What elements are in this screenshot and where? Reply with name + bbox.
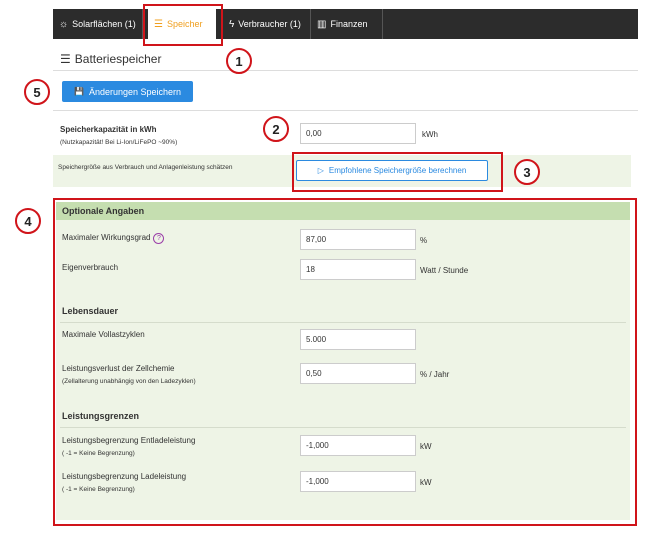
annotation-badge-4: 4 <box>15 208 41 234</box>
list-icon: ☰ <box>60 52 71 66</box>
tab-label: Verbraucher (1) <box>238 19 301 29</box>
save-icon: 💾 <box>73 87 84 96</box>
capacity-label: Speicherkapazität in kWh <box>60 125 157 134</box>
bolt-icon: ϟ <box>229 18 235 30</box>
annotation-box-3 <box>292 152 503 192</box>
tab-label: Solarflächen (1) <box>72 19 136 29</box>
capacity-sublabel: (Nutzkapazität! Bei Li-Ion/LiFePO ~90%) <box>60 139 178 146</box>
sun-icon: ☼ <box>59 18 69 30</box>
annotation-badge-3: 3 <box>514 159 540 185</box>
capacity-input[interactable]: 0,00 <box>300 123 416 144</box>
annotation-badge-5: 5 <box>24 79 50 105</box>
divider <box>53 110 638 111</box>
tab-finanzen[interactable]: ▥ Finanzen <box>311 9 383 39</box>
save-button-label: Änderungen Speichern <box>88 86 182 97</box>
capacity-unit: kWh <box>422 130 438 139</box>
page-title: Batteriespeicher <box>74 52 162 66</box>
chart-icon: ▥ <box>317 18 327 30</box>
tab-label: Finanzen <box>330 19 368 29</box>
tab-solarflaechen[interactable]: ☼ Solarflächen (1) <box>53 9 143 39</box>
estimate-label: Speichergröße aus Verbrauch und Anlagenl… <box>58 164 233 171</box>
save-button[interactable]: 💾 Änderungen Speichern <box>62 81 193 102</box>
section-title: ☰ Batteriespeicher <box>60 52 161 66</box>
annotation-box-1 <box>143 4 223 46</box>
annotation-badge-1: 1 <box>226 48 252 74</box>
tab-verbraucher[interactable]: ϟ Verbraucher (1) <box>223 9 311 39</box>
annotation-badge-2: 2 <box>263 116 289 142</box>
annotation-box-4 <box>53 198 637 526</box>
divider <box>53 70 638 71</box>
